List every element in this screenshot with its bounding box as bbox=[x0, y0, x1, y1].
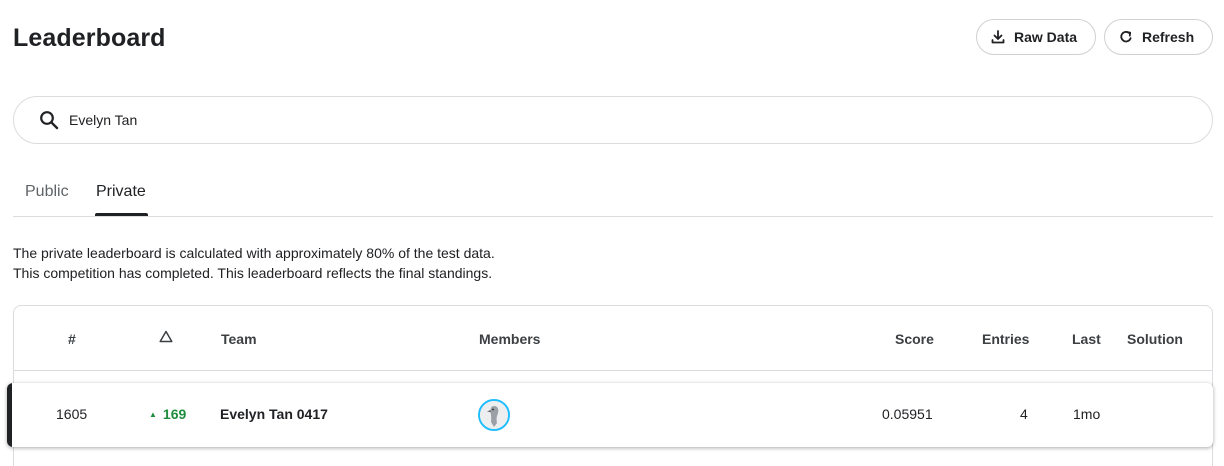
row-team-name[interactable]: Evelyn Tan 0417 bbox=[220, 406, 328, 422]
active-tab-indicator bbox=[95, 213, 148, 216]
table-row[interactable]: 1605 ▲ 169 Evelyn Tan 0417 0.05951 4 1mo bbox=[7, 383, 1213, 447]
refresh-label: Refresh bbox=[1142, 29, 1195, 45]
leaderboard-tabs: Public Private bbox=[13, 170, 1213, 217]
column-delta[interactable] bbox=[159, 330, 173, 346]
leaderboard-info: The private leaderboard is calculated wi… bbox=[13, 243, 495, 283]
column-solution[interactable]: Solution bbox=[1127, 331, 1183, 347]
tab-public[interactable]: Public bbox=[25, 183, 69, 201]
row-last: 1mo bbox=[1073, 406, 1101, 422]
column-team[interactable]: Team bbox=[221, 331, 257, 347]
page-title: Leaderboard bbox=[13, 24, 166, 52]
search-input[interactable] bbox=[69, 112, 1169, 128]
column-members[interactable]: Members bbox=[479, 331, 540, 347]
delta-triangle-icon bbox=[159, 330, 173, 343]
avatar[interactable] bbox=[478, 399, 510, 431]
download-icon bbox=[991, 30, 1005, 44]
highlight-bar bbox=[7, 383, 12, 447]
row-score: 0.05951 bbox=[882, 406, 933, 422]
raw-data-label: Raw Data bbox=[1014, 29, 1078, 45]
raw-data-button[interactable]: Raw Data bbox=[976, 19, 1096, 55]
column-entries[interactable]: Entries bbox=[982, 331, 1029, 347]
leaderboard-page: Leaderboard Raw Data Refresh Public Priv… bbox=[0, 0, 1224, 466]
info-line-private: The private leaderboard is calculated wi… bbox=[13, 245, 495, 261]
table-header: # Team Members Score Entries Last Soluti… bbox=[14, 306, 1212, 371]
tab-private[interactable]: Private bbox=[96, 183, 146, 201]
bird-avatar-icon bbox=[480, 401, 508, 429]
refresh-icon bbox=[1120, 30, 1132, 43]
column-score[interactable]: Score bbox=[895, 331, 934, 347]
row-rank: 1605 bbox=[56, 406, 88, 422]
info-line-completed: This competition has completed. This lea… bbox=[13, 265, 493, 281]
search-bar[interactable] bbox=[13, 96, 1213, 144]
column-last[interactable]: Last bbox=[1072, 331, 1101, 347]
row-delta-value: 169 bbox=[162, 406, 187, 422]
up-arrow-icon: ▲ bbox=[149, 409, 157, 419]
refresh-button[interactable]: Refresh bbox=[1104, 19, 1213, 55]
row-entries: 4 bbox=[1020, 406, 1028, 422]
row-delta: ▲ 169 bbox=[149, 406, 186, 422]
search-icon bbox=[39, 110, 59, 130]
column-rank[interactable]: # bbox=[68, 331, 76, 347]
